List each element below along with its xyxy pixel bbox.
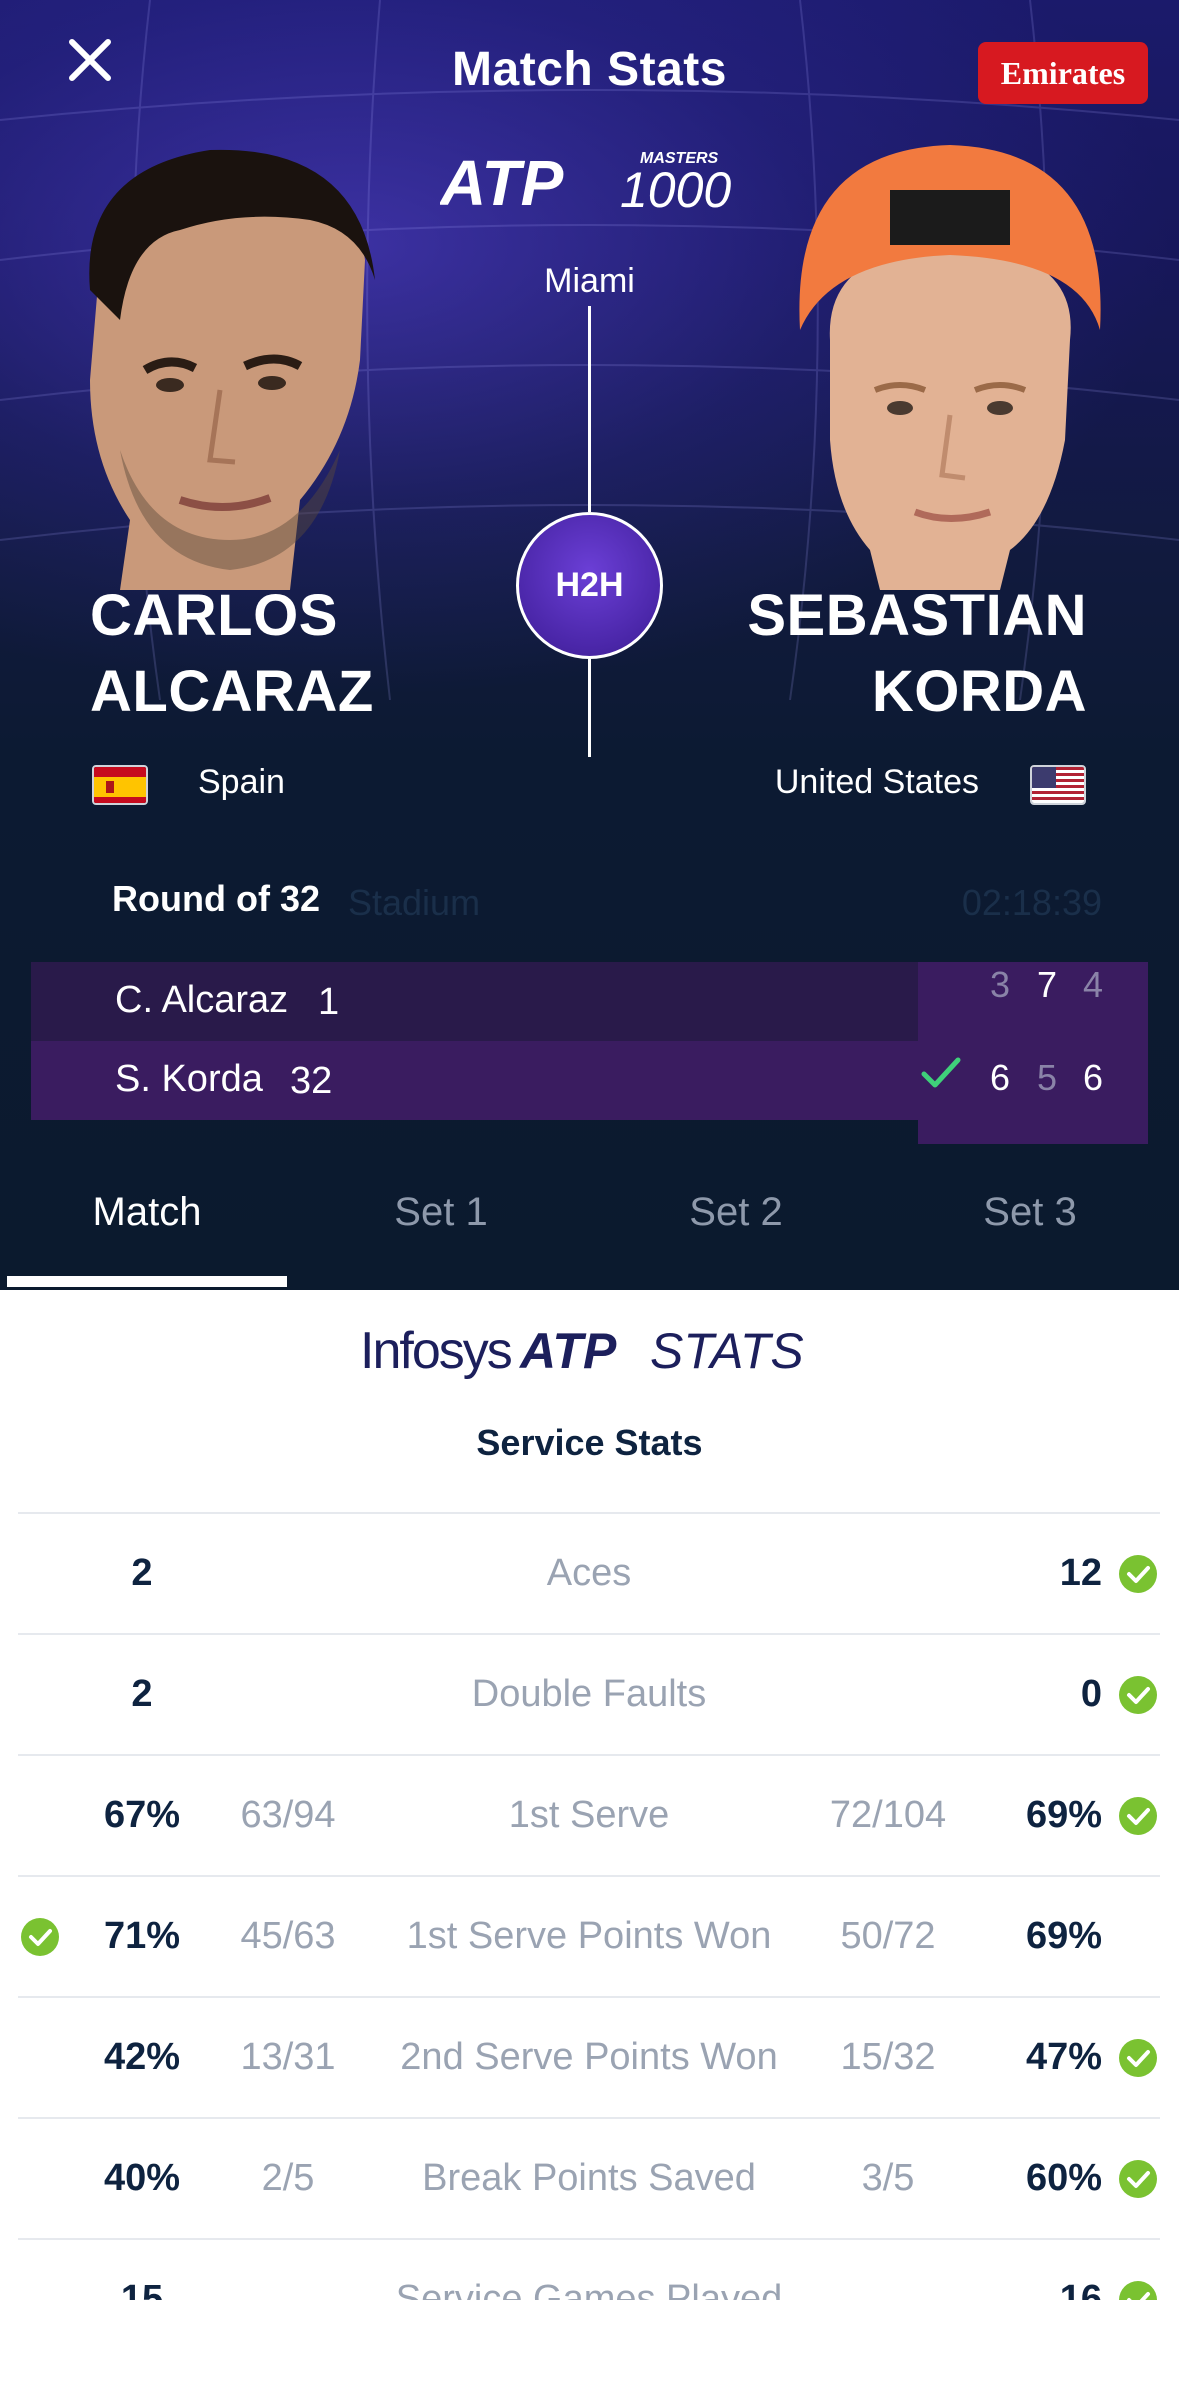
player2-leader-check-icon (1119, 2039, 1157, 2077)
stat-row: 67% 63/94 1st Serve 72/104 69% (18, 1754, 1160, 1875)
player2-stat-fraction: 15/32 (840, 2036, 936, 2078)
p2-set2-score: 5 (1036, 1057, 1058, 1098)
score-player2-name: S. Korda (115, 1058, 263, 1100)
stat-row: 42% 13/31 2nd Serve Points Won 15/32 47% (18, 1996, 1160, 2117)
player2-stat-value: 60% (1025, 2157, 1102, 2199)
player2-leader-check-icon (1119, 1555, 1157, 1593)
player2-name: SEBASTIAN KORDA (747, 578, 1087, 730)
player2-stat-value: 47% (1025, 2036, 1102, 2078)
player2-stat-fraction: 72/104 (829, 1794, 947, 1836)
player2-stat-fraction: 3/5 (861, 2157, 915, 2199)
infosys-text: Infosys (360, 1322, 512, 1380)
match-header: Match Stats Emirates ATP MASTERS 1000 Mi… (0, 0, 1179, 1290)
atp-logo-text: ATP (440, 147, 564, 215)
stat-row: 40% 2/5 Break Points Saved 3/5 60% (18, 2117, 1160, 2238)
p2-set1-score: 6 (989, 1057, 1011, 1098)
player2-stat-value: 69% (1025, 1915, 1102, 1957)
match-duration: 02:18:39 (961, 882, 1102, 923)
player2-last-name: KORDA (871, 659, 1087, 724)
stat-label: Break Points Saved (422, 2157, 756, 2199)
court-label: Stadium (348, 882, 481, 923)
stat-row: 2 Double Faults 0 (18, 1633, 1160, 1754)
bottom-fade (0, 2300, 1179, 2407)
player1-country: Spain (198, 763, 285, 801)
h2h-button[interactable]: H2H (516, 512, 663, 659)
player2-photo (770, 140, 1130, 590)
p1-set1-score: 3 (989, 964, 1011, 1005)
set-tabs: Match Set 1 Set 2 Set 3 (0, 1160, 1179, 1290)
tab-set-1[interactable]: Set 1 (294, 1160, 588, 1290)
section-title-service-stats: Service Stats (476, 1422, 703, 1463)
tournament-logo: ATP MASTERS 1000 (438, 145, 740, 219)
active-tab-indicator (7, 1276, 287, 1287)
atp-stats-brand: ATP (518, 1323, 617, 1379)
tab-match[interactable]: Match (0, 1160, 294, 1290)
player2-stat-value: 69% (1025, 1794, 1102, 1836)
stat-label: 1st Serve (508, 1794, 670, 1836)
player2-leader-check-icon (1119, 1676, 1157, 1714)
player2-first-name: SEBASTIAN (747, 583, 1087, 648)
stats-text: STATS (650, 1323, 804, 1379)
stat-label: Double Faults (471, 1673, 707, 1715)
usa-flag-icon (1030, 765, 1086, 805)
player2-stat-value: 0 (1080, 1673, 1102, 1715)
player2-stat-fraction: 50/72 (840, 1915, 936, 1957)
p1-set3-score: 4 (1082, 964, 1104, 1005)
divider-line-top (588, 306, 591, 512)
stat-row: 2 Aces 12 (18, 1512, 1160, 1633)
player2-stat-value: 12 (1059, 1552, 1102, 1594)
tab-set-3[interactable]: Set 3 (883, 1160, 1177, 1290)
stat-label: Aces (546, 1552, 632, 1594)
stat-label: 1st Serve Points Won (406, 1915, 772, 1957)
masters-number: 1000 (620, 162, 731, 215)
divider-line-bottom (588, 659, 591, 757)
player1-first-name: CARLOS (90, 583, 338, 648)
player1-leader-check-icon (21, 1918, 59, 1956)
score-player1-name: C. Alcaraz (115, 979, 289, 1021)
player1-last-name: ALCARAZ (90, 659, 374, 724)
stat-label: 2nd Serve Points Won (400, 2036, 778, 2078)
player1-photo (60, 140, 400, 590)
sponsor-logo: Emirates (978, 42, 1148, 104)
score-player1-seed: 1 (318, 981, 340, 1023)
p2-set3-score: 6 (1082, 1057, 1104, 1098)
score-player2-seed: 32 (290, 1060, 333, 1102)
spain-flag-icon (92, 765, 148, 805)
player2-leader-check-icon (1119, 1797, 1157, 1835)
infosys-atp-stats-logo: Infosys ATP STATS (360, 1318, 820, 1382)
tab-set-2[interactable]: Set 2 (589, 1160, 883, 1290)
stat-row: 71% 45/63 1st Serve Points Won 50/72 69% (18, 1875, 1160, 1996)
player2-leader-check-icon (1119, 2160, 1157, 2198)
p1-set2-score: 7 (1036, 964, 1058, 1005)
player1-name: CARLOS ALCARAZ (90, 578, 374, 730)
player2-country: United States (774, 763, 979, 801)
round-label: Round of 32 (112, 878, 320, 919)
winner-check-icon (921, 1057, 961, 1088)
